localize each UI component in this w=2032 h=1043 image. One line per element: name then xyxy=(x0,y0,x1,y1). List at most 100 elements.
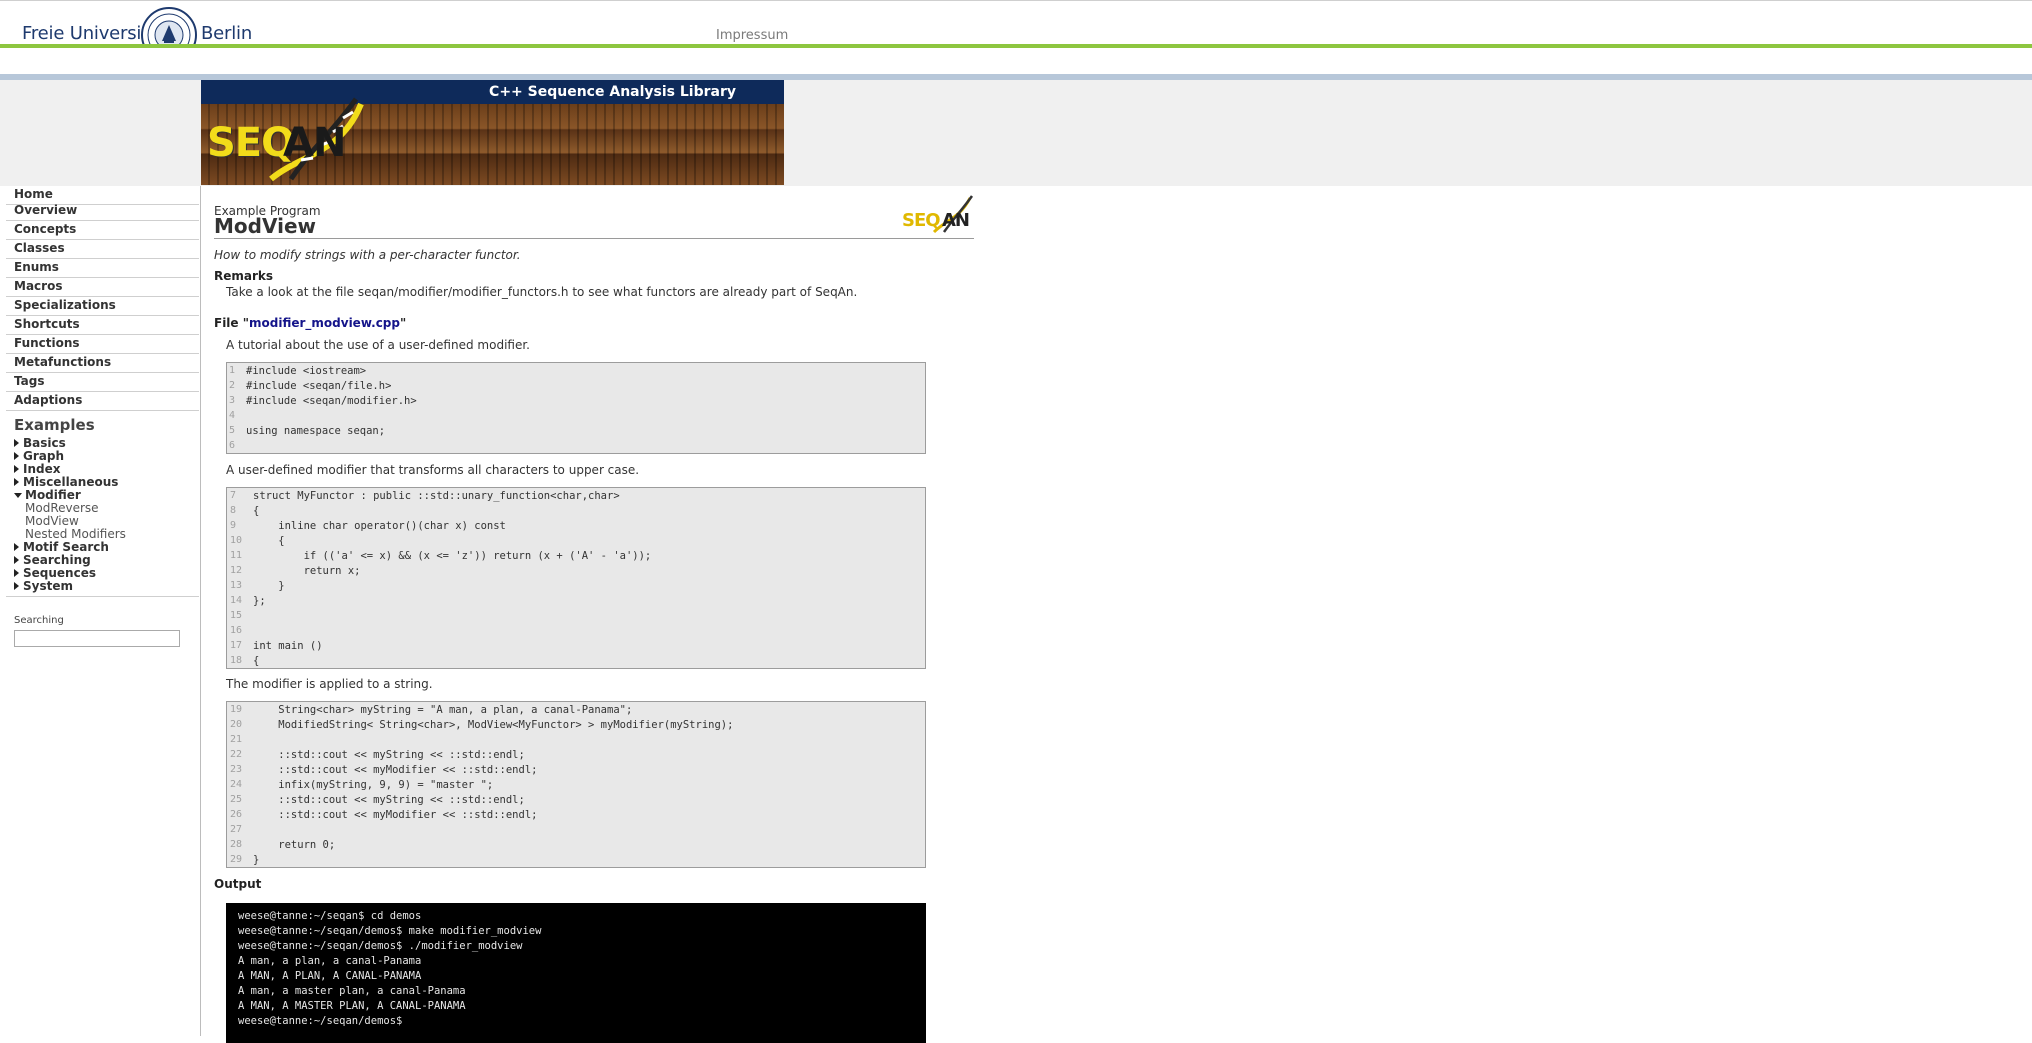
expand-arrow-icon xyxy=(14,582,19,590)
page-title: ModView xyxy=(214,214,316,238)
code-line: if (('a' <= x) && (x <= 'z')) return (x … xyxy=(253,550,652,562)
sidebar: Home Overview Concepts Classes Enums Mac… xyxy=(0,186,201,1036)
sidebar-item-enums[interactable]: Enums xyxy=(6,259,199,278)
examples-item-graph[interactable]: Graph xyxy=(14,449,64,463)
output-line: weese@tanne:~/seqan/demos$ xyxy=(238,1015,403,1027)
examples-item-label: Modifier xyxy=(25,488,81,502)
output-heading: Output xyxy=(214,877,262,891)
code-line-number: 12 xyxy=(230,565,243,576)
sidebar-item-label: Enums xyxy=(14,260,59,274)
remarks-text: Take a look at the file seqan/modifier/m… xyxy=(226,285,858,299)
code-line-number: 16 xyxy=(230,625,243,636)
university-logo-text-right: Berlin xyxy=(201,23,253,44)
sidebar-item-classes[interactable]: Classes xyxy=(6,240,199,259)
code-line-number: 19 xyxy=(230,704,243,715)
code-line-number: 26 xyxy=(230,809,243,820)
sidebar-item-label: Adaptions xyxy=(14,393,83,407)
sidebar-item-adaptions[interactable]: Adaptions xyxy=(6,392,199,411)
expand-arrow-icon xyxy=(14,569,19,577)
sidebar-item-label: Overview xyxy=(14,203,78,217)
sidebar-item-tags[interactable]: Tags xyxy=(6,373,199,392)
code-line-number: 17 xyxy=(230,640,243,651)
sidebar-item-shortcuts[interactable]: Shortcuts xyxy=(6,316,199,335)
code-block-main: 19 String<char> myString = "A man, a pla… xyxy=(226,701,926,868)
code-line: #include <seqan/file.h> xyxy=(246,380,392,392)
sidebar-item-metafunctions[interactable]: Metafunctions xyxy=(6,354,199,373)
seqan-small-logo-an: AN xyxy=(942,210,970,231)
sidebar-item-concepts[interactable]: Concepts xyxy=(6,221,199,240)
output-line: A MAN, A MASTER PLAN, A CANAL-PANAMA xyxy=(238,1000,466,1012)
code-line: return 0; xyxy=(253,839,336,851)
code-line-number: 24 xyxy=(230,779,243,790)
code-line-number: 25 xyxy=(230,794,243,805)
code-line-number: 10 xyxy=(230,535,243,546)
code-line-number: 21 xyxy=(230,734,243,745)
code-block-functor: 7 struct MyFunctor : public ::std::unary_… xyxy=(226,487,926,669)
examples-item-label: Basics xyxy=(23,436,66,450)
output-line: A MAN, A PLAN, A CANAL-PANAMA xyxy=(238,970,422,982)
code-line: { xyxy=(253,655,260,667)
banner-tagline: C++ Sequence Analysis Library xyxy=(489,84,736,100)
expand-arrow-icon xyxy=(14,439,19,447)
code-line-number: 28 xyxy=(230,839,243,850)
remarks-heading: Remarks xyxy=(214,269,274,283)
code-line-number: 11 xyxy=(230,550,243,561)
code-line: #include <iostream> xyxy=(246,365,367,377)
code-line-number: 18 xyxy=(230,655,243,666)
code-line: } xyxy=(253,580,285,592)
examples-item-modifier[interactable]: Modifier xyxy=(14,488,81,502)
sidebar-item-label: Tags xyxy=(14,374,45,388)
expand-arrow-icon xyxy=(14,478,19,486)
search-label: Searching xyxy=(14,615,64,626)
output-line: weese@tanne:~/seqan/demos$ ./modifier_mo… xyxy=(238,940,523,952)
code-line: String<char> myString = "A man, a plan, … xyxy=(253,704,633,716)
code-line: struct MyFunctor : public ::std::unary_f… xyxy=(253,490,620,502)
code-line: { xyxy=(253,535,285,547)
seqan-small-logo-seq: SEQ xyxy=(902,210,941,231)
examples-item-index[interactable]: Index xyxy=(14,462,60,476)
sidebar-item-overview[interactable]: Overview xyxy=(6,202,199,221)
examples-item-basics[interactable]: Basics xyxy=(14,436,66,450)
code-line-number: 6 xyxy=(229,440,236,451)
collapse-arrow-icon xyxy=(14,493,22,498)
code-line: ::std::cout << myModifier << ::std::endl… xyxy=(253,809,538,821)
seqan-logo-seq: SEQ xyxy=(207,120,295,166)
sidebar-item-label: Home xyxy=(14,187,53,201)
examples-item-label: Searching xyxy=(23,553,91,567)
search-input[interactable] xyxy=(14,630,180,647)
code-line: { xyxy=(253,505,260,517)
code-line-number: 20 xyxy=(230,719,243,730)
examples-item-sequences[interactable]: Sequences xyxy=(14,566,96,580)
header-white-band xyxy=(0,48,2032,74)
code-line: ::std::cout << myString << ::std::endl; xyxy=(253,749,525,761)
examples-item-label: Sequences xyxy=(23,566,96,580)
sidebar-item-label: Specializations xyxy=(14,298,116,312)
impressum-link[interactable]: Impressum xyxy=(716,28,788,43)
sidebar-item-functions[interactable]: Functions xyxy=(6,335,199,354)
code-line-number: 3 xyxy=(229,395,236,406)
examples-subitem-modreverse[interactable]: ModReverse xyxy=(25,501,99,515)
source-file-link[interactable]: modifier_modview.cpp xyxy=(249,316,400,330)
sidebar-item-macros[interactable]: Macros xyxy=(6,278,199,297)
sidebar-item-label: Shortcuts xyxy=(14,317,80,331)
examples-item-searching[interactable]: Searching xyxy=(14,553,91,567)
code-description-3: The modifier is applied to a string. xyxy=(226,677,433,691)
examples-item-system[interactable]: System xyxy=(14,579,73,593)
code-line-number: 8 xyxy=(230,505,237,516)
expand-arrow-icon xyxy=(14,452,19,460)
sidebar-divider xyxy=(6,596,199,597)
code-line: #include <seqan/modifier.h> xyxy=(246,395,417,407)
examples-subitem-nested-modifiers[interactable]: Nested Modifiers xyxy=(25,527,126,541)
code-line: }; xyxy=(253,595,266,607)
code-line-number: 4 xyxy=(229,410,236,421)
code-line: ::std::cout << myString << ::std::endl; xyxy=(253,794,525,806)
examples-item-miscellaneous[interactable]: Miscellaneous xyxy=(14,475,118,489)
examples-item-label: System xyxy=(23,579,73,593)
examples-item-label: Index xyxy=(23,462,61,476)
output-line: weese@tanne:~/seqan$ cd demos xyxy=(238,910,422,922)
output-line: weese@tanne:~/seqan/demos$ make modifier… xyxy=(238,925,542,937)
sidebar-item-specializations[interactable]: Specializations xyxy=(6,297,199,316)
examples-subitem-modview[interactable]: ModView xyxy=(25,514,79,528)
examples-item-motif-search[interactable]: Motif Search xyxy=(14,540,109,554)
seqan-logo-an: AN xyxy=(283,120,346,166)
